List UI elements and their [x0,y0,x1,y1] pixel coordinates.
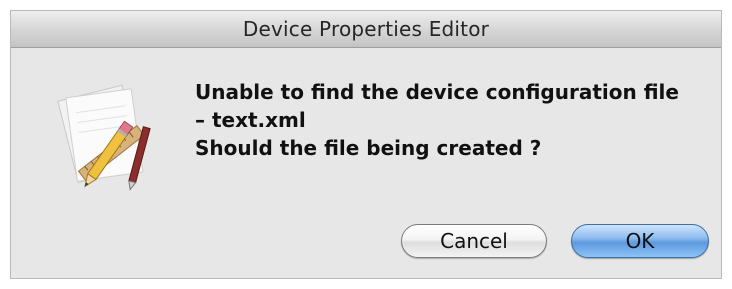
cancel-button-label: Cancel [440,229,508,253]
alert-dialog: Device Properties Editor Unable to find … [10,10,722,279]
alert-message: Unable to find the device configuration … [195,78,705,162]
message-line: Unable to find the device configuration … [195,80,679,104]
message-line: Should the file being created ? [195,136,542,160]
dialog-title: Device Properties Editor [242,17,490,41]
ok-button-label: OK [625,229,655,253]
document-pencil-ruler-icon [49,73,159,193]
cancel-button[interactable]: Cancel [401,224,547,258]
title-bar[interactable]: Device Properties Editor [11,11,721,48]
ok-button[interactable]: OK [571,224,709,258]
message-line: – text.xml [195,108,306,132]
